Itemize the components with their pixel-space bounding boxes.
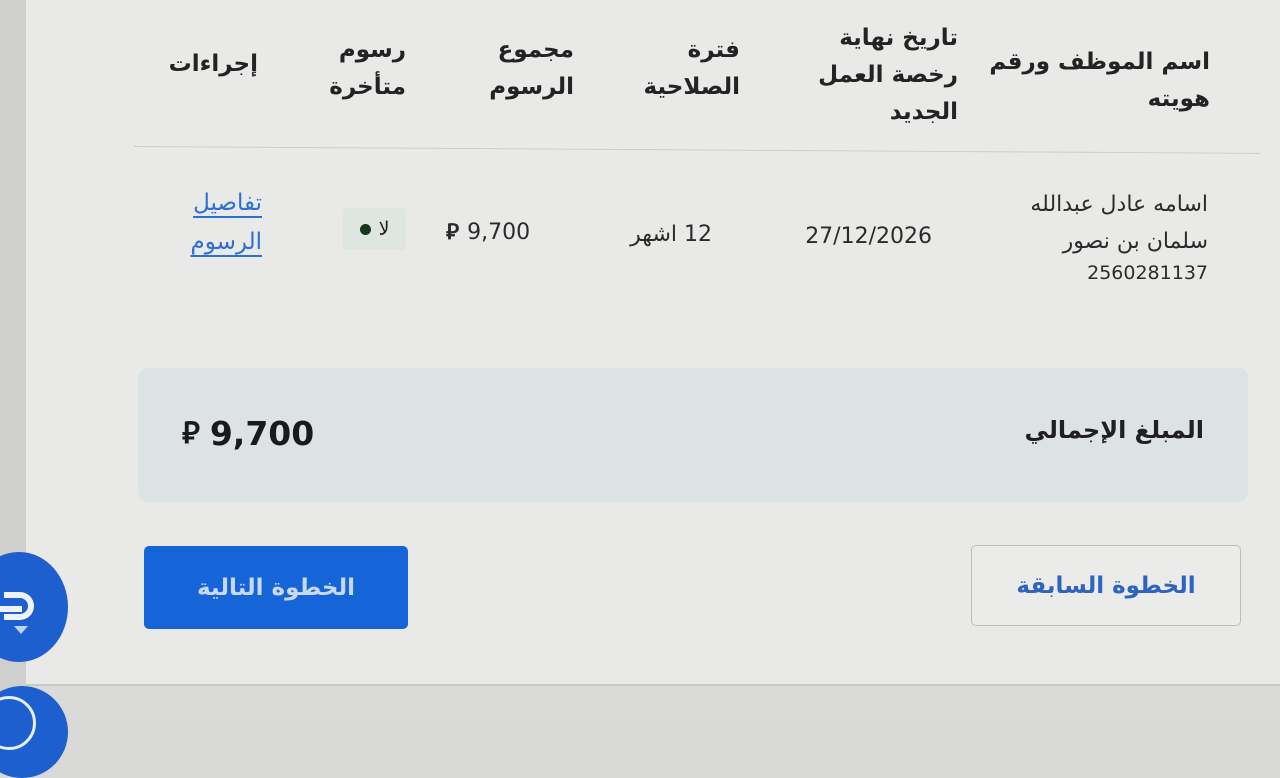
header-late-fees: رسوم متأخرة bbox=[329, 37, 406, 100]
header-validity-period: فترة الصلاحية bbox=[643, 37, 740, 100]
header-license-end-date: تاريخ نهاية رخصة العمل الجديد bbox=[818, 25, 958, 125]
riyal-icon: ⃁ bbox=[182, 415, 200, 451]
header-employee: اسم الموظف ورقم هويته bbox=[989, 49, 1210, 112]
total-fees-cell: ⃁ 9,700 bbox=[446, 214, 530, 251]
bottom-strip bbox=[26, 686, 1280, 720]
total-label: المبلغ الإجمالي bbox=[1024, 416, 1204, 444]
chevron-down-icon bbox=[14, 626, 28, 634]
next-step-button[interactable]: الخطوة التالية bbox=[144, 546, 408, 629]
header-total-fees: مجموع الرسوم bbox=[489, 37, 574, 100]
employee-id: 2560281137 bbox=[1087, 262, 1208, 284]
chat-support-icon-bar bbox=[0, 606, 22, 612]
total-panel: المبلغ الإجمالي ⃁ 9,700 bbox=[138, 368, 1248, 502]
total-amount: ⃁ 9,700 bbox=[182, 414, 314, 453]
accessibility-icon bbox=[0, 696, 36, 750]
header-actions: إجراءات bbox=[168, 51, 258, 77]
license-end-date-cell: 27/12/2026 bbox=[805, 224, 932, 249]
status-dot-icon bbox=[359, 223, 371, 235]
total-fees-value: 9,700 bbox=[467, 220, 531, 245]
previous-step-button[interactable]: الخطوة السابقة bbox=[971, 545, 1241, 626]
header-divider bbox=[133, 146, 1260, 154]
late-fees-value: لا bbox=[378, 218, 390, 240]
riyal-icon: ⃁ bbox=[446, 219, 460, 245]
employee-name-cont: سلمان بن نصور bbox=[1062, 229, 1208, 254]
total-amount-value: 9,700 bbox=[209, 414, 315, 453]
validity-period-cell: 12 اشهر bbox=[630, 222, 712, 247]
fee-details-link[interactable]: تفاصيل الرسوم bbox=[166, 184, 262, 262]
late-fees-badge: لا bbox=[343, 208, 406, 250]
employee-cell: اسامه عادل عبدالله سلمان بن نصور 2560281… bbox=[948, 186, 1208, 286]
fees-card: اسم الموظف ورقم هويته تاريخ نهاية رخصة ا… bbox=[26, 0, 1280, 686]
employee-name: اسامه عادل عبدالله bbox=[1030, 192, 1208, 217]
